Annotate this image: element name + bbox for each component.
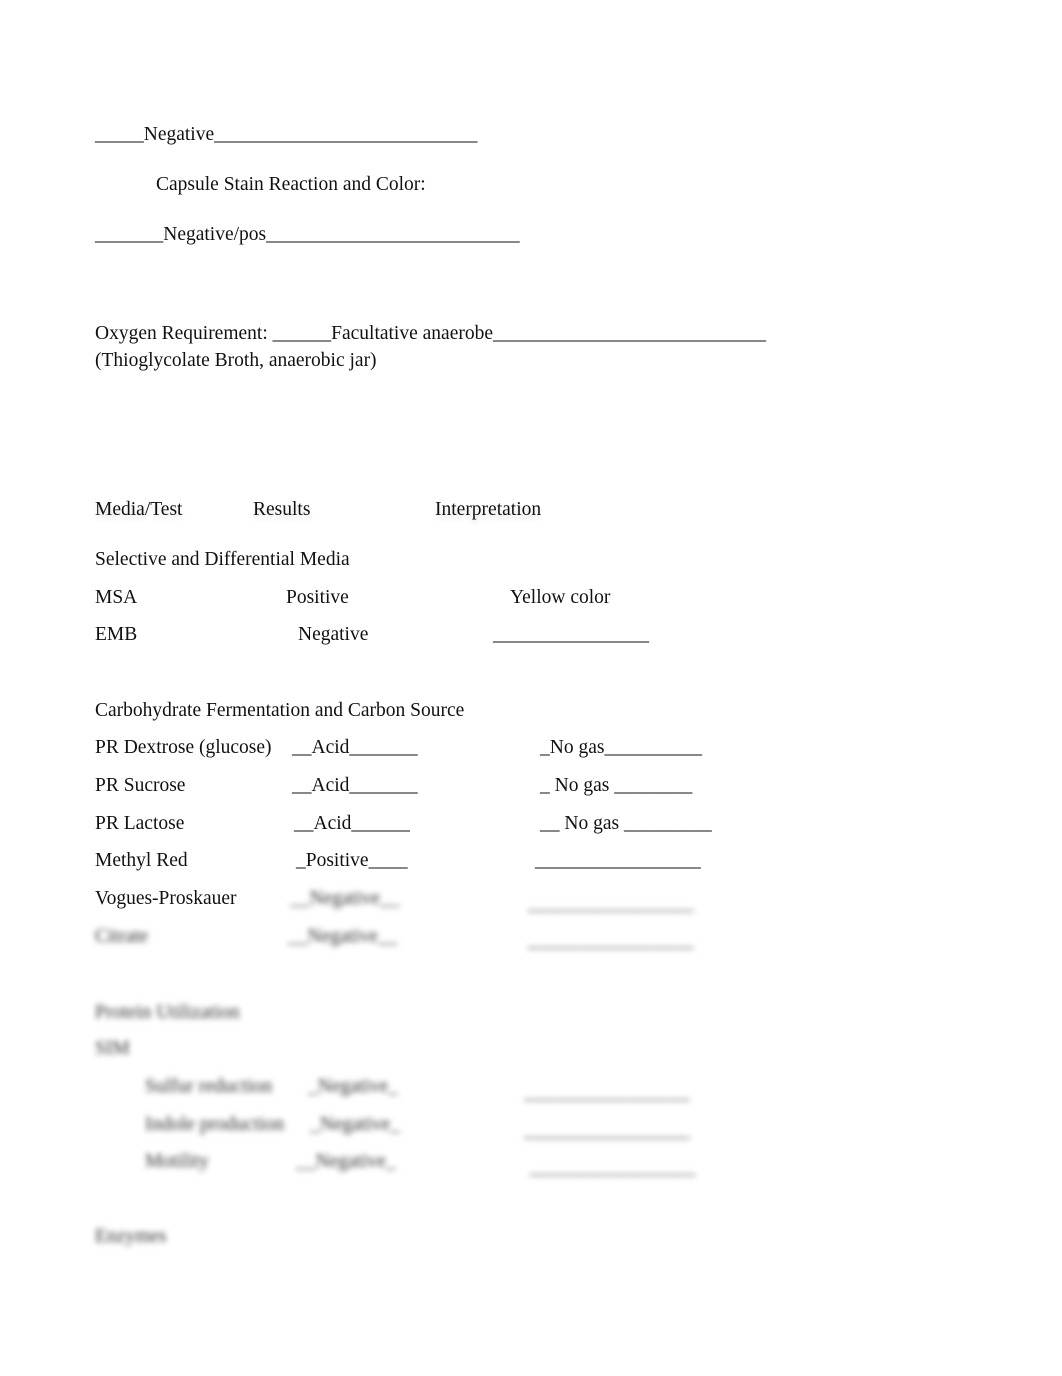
header-media-test: Media/Test bbox=[95, 499, 183, 520]
test-interpretation: __ No gas _________ bbox=[540, 813, 712, 834]
section-heading: Selective and Differential Media bbox=[95, 549, 350, 570]
test-result: _Negative_ bbox=[308, 1076, 398, 1097]
test-interpretation: _No gas__________ bbox=[540, 737, 702, 758]
test-interpretation: _ No gas ________ bbox=[540, 775, 693, 796]
test-result: __Negative_ bbox=[296, 1151, 396, 1172]
test-name: Sulfur reduction bbox=[145, 1076, 273, 1097]
header-interpretation: Interpretation bbox=[435, 499, 542, 520]
test-result: Negative bbox=[298, 624, 369, 645]
test-interpretation: Yellow color bbox=[510, 587, 611, 608]
test-interpretation: _________________ bbox=[524, 1120, 690, 1141]
test-name: Methyl Red bbox=[95, 850, 188, 871]
header-results: Results bbox=[253, 499, 311, 520]
test-interpretation: _________________ bbox=[524, 1082, 690, 1103]
test-name: Citrate bbox=[95, 926, 149, 947]
test-result: __Negative__ bbox=[288, 926, 398, 947]
test-result: Positive bbox=[286, 587, 349, 608]
oxygen-requirement: Oxygen Requirement: ______Facultative an… bbox=[95, 323, 766, 344]
test-name: Motility bbox=[145, 1151, 209, 1172]
test-interpretation: _________________ bbox=[528, 930, 694, 951]
test-result: __Acid_______ bbox=[292, 775, 418, 796]
test-name: MSA bbox=[95, 587, 138, 608]
test-interpretation: _________________ bbox=[535, 850, 701, 871]
test-result: _Positive____ bbox=[296, 850, 408, 871]
test-name: Vogues-Proskauer bbox=[95, 888, 237, 909]
test-result: _Negative_ bbox=[310, 1114, 400, 1135]
gram-stain-result: _____Negative___________________________ bbox=[95, 124, 478, 145]
section-heading: Carbohydrate Fermentation and Carbon Sou… bbox=[95, 700, 465, 721]
test-result: __Negative__ bbox=[290, 888, 400, 909]
subsection-heading: SIM bbox=[95, 1038, 130, 1059]
test-result: __Acid______ bbox=[294, 813, 410, 834]
test-name: Indole production bbox=[145, 1114, 285, 1135]
section-heading: Enzymes bbox=[95, 1226, 167, 1247]
capsule-stain-result: _______Negative/pos_____________________… bbox=[95, 224, 520, 245]
capsule-stain-label: Capsule Stain Reaction and Color: bbox=[156, 174, 426, 195]
test-result: __Acid_______ bbox=[292, 737, 418, 758]
test-interpretation: ________________ bbox=[493, 624, 649, 645]
oxygen-note: (Thioglycolate Broth, anaerobic jar) bbox=[95, 350, 377, 371]
test-interpretation: _________________ bbox=[530, 1157, 696, 1178]
section-heading: Protein Utilization bbox=[95, 1002, 240, 1023]
test-name: EMB bbox=[95, 624, 138, 645]
test-name: PR Dextrose (glucose) bbox=[95, 737, 272, 758]
test-name: PR Lactose bbox=[95, 813, 185, 834]
test-interpretation: _________________ bbox=[528, 893, 694, 914]
test-name: PR Sucrose bbox=[95, 775, 186, 796]
